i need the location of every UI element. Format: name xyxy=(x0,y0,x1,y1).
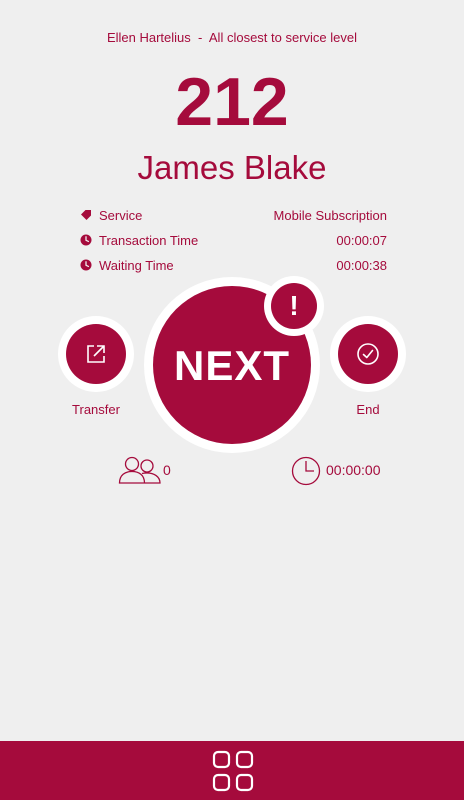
users-icon xyxy=(118,456,161,484)
detail-row-transaction-time: Transaction Time 00:00:07 xyxy=(80,231,387,251)
detail-label: Service xyxy=(99,208,143,223)
end-label: End xyxy=(356,402,380,417)
clock-icon xyxy=(80,234,92,246)
alert-badge[interactable]: ! xyxy=(271,283,317,329)
grid-menu-icon[interactable] xyxy=(211,749,255,793)
detail-row-service: Service Mobile Subscription xyxy=(80,206,387,226)
check-circle-icon xyxy=(357,343,379,365)
detail-label: Transaction Time xyxy=(99,233,199,248)
transfer-label: Transfer xyxy=(72,402,120,417)
end-button[interactable] xyxy=(338,324,398,384)
tag-icon xyxy=(81,210,91,220)
customer-name: James Blake xyxy=(137,149,327,186)
detail-label: Waiting Time xyxy=(99,258,174,273)
timer-icon xyxy=(291,456,321,486)
bottom-bar xyxy=(0,741,464,800)
end-button-ring xyxy=(330,316,406,392)
queue-count: 0 xyxy=(163,462,171,478)
service-level-status: All closest to service level xyxy=(208,30,358,45)
external-link-icon xyxy=(87,345,105,363)
detail-row-waiting-time: Waiting Time 00:00:38 xyxy=(80,256,387,276)
clock-icon xyxy=(80,259,92,271)
detail-value: Mobile Subscription xyxy=(273,208,387,223)
alert-badge-ring: ! xyxy=(264,276,324,336)
transfer-button-ring xyxy=(58,316,134,392)
header-status-line: Ellen Hartelius - All closest to service… xyxy=(0,30,464,45)
detail-value: 00:00:38 xyxy=(336,258,387,273)
header-separator: - xyxy=(198,30,203,45)
detail-value: 00:00:07 xyxy=(336,233,387,248)
wait-timer: 00:00:00 xyxy=(326,462,381,478)
transfer-button[interactable] xyxy=(66,324,126,384)
ticket-number: 212 xyxy=(175,64,289,140)
next-label: NEXT xyxy=(173,342,290,389)
agent-name: Ellen Hartelius xyxy=(106,30,191,45)
